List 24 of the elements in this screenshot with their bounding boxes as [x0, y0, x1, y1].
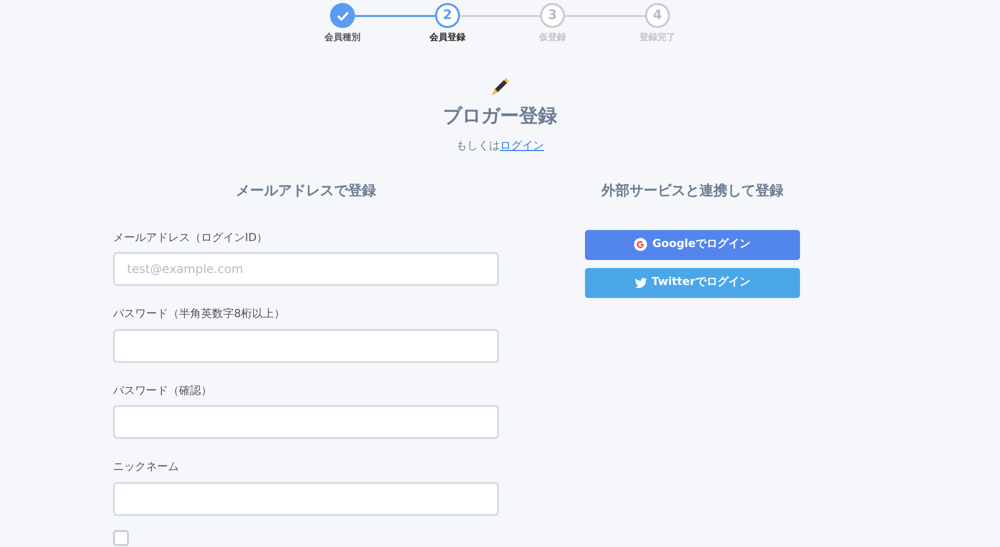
social-login-button[interactable]: Twitterでログイン [585, 268, 800, 298]
step-circle: 3 [540, 3, 565, 28]
social-login-button[interactable]: Googleでログイン [585, 230, 800, 260]
pen-icon [489, 76, 511, 98]
step-circle: 2 [435, 3, 460, 28]
field-label: ニックネーム [113, 459, 180, 475]
page-title: ブロガー登録 [443, 104, 557, 128]
field-label: メールアドレス（ログインID） [113, 230, 269, 246]
input-field[interactable] [113, 482, 499, 516]
agree-checkbox[interactable] [113, 530, 129, 546]
input-field[interactable] [113, 405, 499, 439]
step-circle: 4 [645, 3, 670, 28]
step-label: 会員登録 [430, 32, 466, 45]
section-heading: メールアドレスで登録 [235, 182, 377, 200]
step-label: 会員種別 [324, 32, 360, 45]
field-label: パスワード（半角英数字8桁以上） [113, 306, 286, 322]
subtitle-text: もしくは ログイン [456, 138, 544, 154]
field-label: パスワード（確認） [113, 382, 213, 398]
google-icon [634, 238, 648, 251]
bird-icon [634, 278, 647, 288]
input-field[interactable]: test@example.com [113, 252, 499, 286]
section-heading: 外部サービスと連携して登録 [600, 182, 784, 200]
input-field[interactable] [113, 328, 499, 362]
login-link[interactable]: ログイン [500, 139, 544, 152]
